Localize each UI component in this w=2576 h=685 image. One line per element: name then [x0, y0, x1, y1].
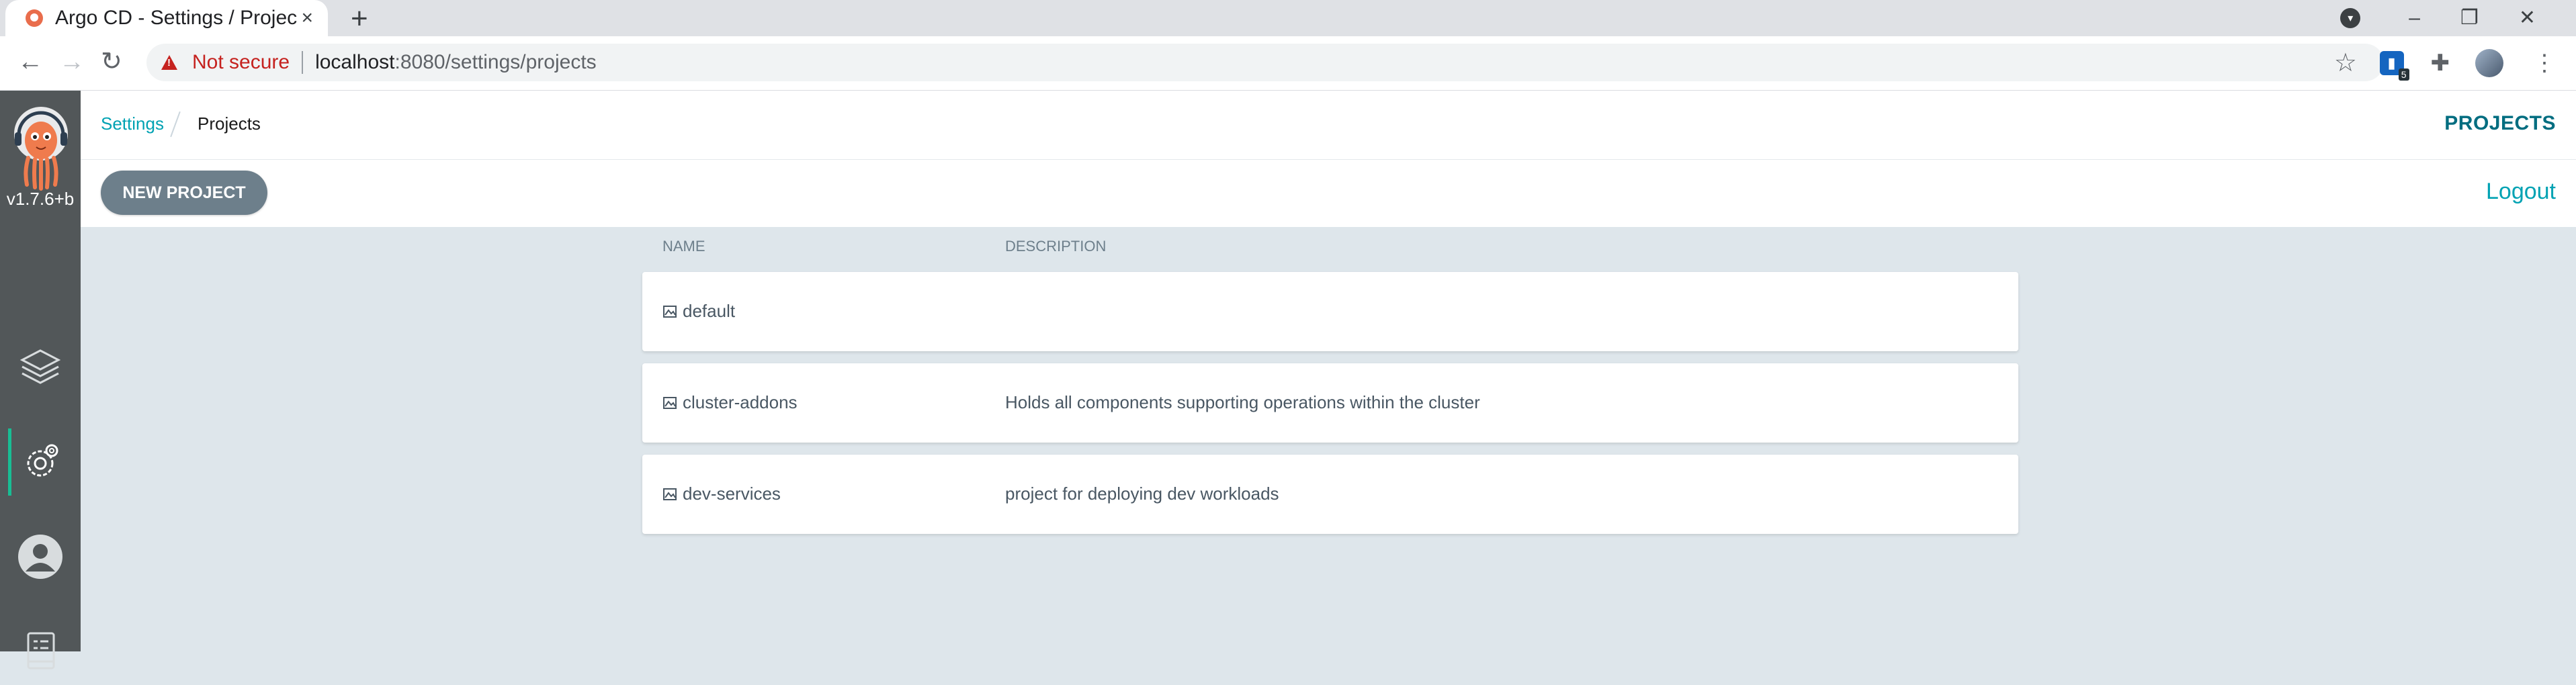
argo-sidebar: v1.7.6+b	[0, 91, 81, 651]
browser-tab[interactable]: Argo CD - Settings / Projects ×	[5, 0, 328, 36]
logout-link[interactable]: Logout	[2486, 179, 2556, 205]
tab-search-icon[interactable]: ▾	[2340, 8, 2360, 28]
url-path: :8080/settings/projects	[394, 51, 596, 74]
browser-toolbar: ← → ↻ Not secure localhost :8080/setting…	[0, 36, 2576, 91]
password-manager-extension-icon[interactable]: ▮5	[2380, 51, 2404, 75]
close-window-icon[interactable]: ✕	[2519, 8, 2536, 28]
sidebar-item-applications[interactable]	[0, 334, 81, 401]
puzzle-icon[interactable]: ✚	[2431, 50, 2450, 77]
address-divider	[302, 51, 303, 74]
page-header: Settings Projects PROJECTS	[81, 91, 2576, 160]
minimize-icon[interactable]: –	[2409, 8, 2420, 28]
breadcrumb-settings[interactable]: Settings	[101, 113, 164, 134]
argo-favicon-icon	[26, 9, 43, 27]
menu-icon[interactable]: ⋮	[2533, 50, 2556, 77]
gear-icon	[18, 440, 62, 484]
column-header-name: NAME	[662, 238, 705, 255]
project-icon	[662, 396, 677, 410]
project-description: project for deploying dev workloads	[1005, 484, 1279, 504]
project-row-cluster-addons[interactable]: cluster-addons Holds all components supp…	[642, 363, 2018, 443]
tab-title: Argo CD - Settings / Projects	[55, 7, 297, 30]
extensions-area: ▮5 ✚ ⋮	[2380, 36, 2576, 90]
sidebar-item-docs[interactable]	[0, 618, 81, 685]
restore-icon[interactable]: ❐	[2460, 8, 2479, 28]
sidebar-item-settings[interactable]	[0, 428, 81, 496]
back-icon[interactable]: ←	[17, 48, 43, 75]
forward-icon[interactable]: →	[59, 48, 85, 75]
user-icon	[16, 533, 65, 581]
argo-logo-icon[interactable]	[9, 105, 73, 199]
url-host: localhost	[315, 51, 394, 74]
project-description: Holds all components supporting operatio…	[1005, 392, 1480, 413]
project-row-default[interactable]: default	[642, 272, 2018, 351]
column-header-description: DESCRIPTION	[1005, 238, 1106, 255]
project-name: default	[683, 301, 735, 322]
extension-badge: 5	[2399, 68, 2409, 81]
breadcrumb-separator	[170, 111, 181, 137]
action-bar: NEW PROJECT Logout	[81, 160, 2576, 227]
warning-icon	[161, 55, 177, 70]
page-title: PROJECTS	[2444, 112, 2556, 135]
star-icon[interactable]: ☆	[2334, 48, 2357, 78]
window-controls: ▾ – ❐ ✕	[2340, 0, 2576, 36]
sidebar-item-user-info[interactable]	[0, 523, 81, 590]
project-name-cell: cluster-addons	[662, 392, 798, 413]
address-bar[interactable]: Not secure localhost :8080/settings/proj…	[146, 44, 2384, 81]
project-name-cell: default	[662, 301, 735, 322]
project-icon	[662, 304, 677, 319]
project-name: dev-services	[683, 484, 781, 504]
profile-avatar[interactable]	[2475, 49, 2503, 77]
tab-close-icon[interactable]: ×	[301, 8, 313, 28]
not-secure-label[interactable]: Not secure	[192, 51, 290, 74]
project-name-cell: dev-services	[662, 484, 781, 504]
version-label: v1.7.6+b	[0, 189, 81, 210]
breadcrumb-projects: Projects	[198, 113, 261, 134]
project-name: cluster-addons	[683, 392, 798, 413]
new-tab-button[interactable]: +	[351, 4, 368, 34]
layers-icon	[18, 345, 62, 390]
table-header: NAME DESCRIPTION	[662, 238, 2020, 258]
new-project-button[interactable]: NEW PROJECT	[101, 171, 267, 215]
browser-tab-bar: Argo CD - Settings / Projects × + ▾ – ❐ …	[0, 0, 2576, 36]
docs-icon	[20, 629, 60, 674]
project-row-dev-services[interactable]: dev-services project for deploying dev w…	[642, 455, 2018, 534]
project-icon	[662, 487, 677, 502]
reload-icon[interactable]: ↻	[101, 48, 122, 75]
